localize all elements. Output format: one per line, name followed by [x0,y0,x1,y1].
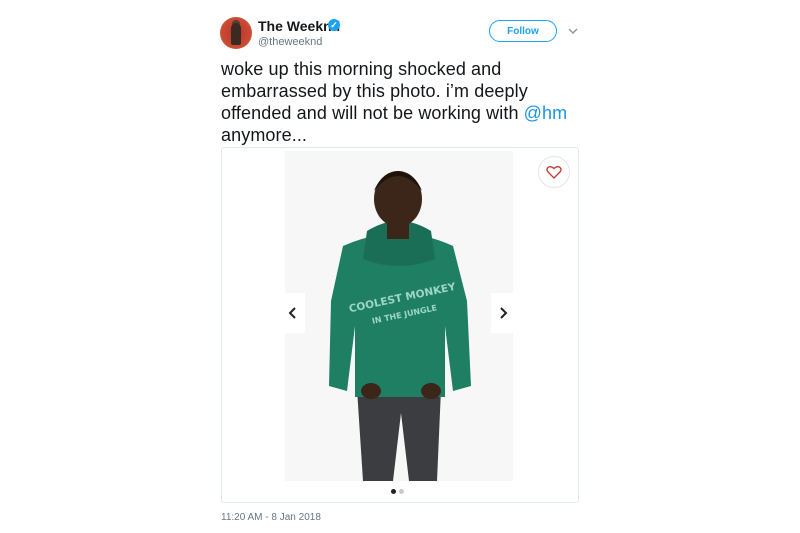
tweet-text-tail: anymore... [221,125,308,145]
carousel-dots [391,489,404,494]
tweet-card: The Weeknd ✓ @theweeknd Follow woke up t… [0,0,800,533]
chevron-right-icon[interactable] [491,293,515,333]
child-in-hoodie-image: COOLEST MONKEY IN THE JUNGLE [329,171,471,481]
heart-icon[interactable] [538,156,570,188]
media-carousel[interactable]: COOLEST MONKEY IN THE JUNGLE [221,147,579,503]
carousel-dot-active[interactable] [391,489,396,494]
tweet-text-body: woke up this morning shocked and embarra… [221,59,528,123]
mention-link[interactable]: @hm [524,103,568,123]
user-handle[interactable]: @theweeknd [258,36,322,48]
chevron-left-icon[interactable] [281,293,305,333]
chevron-down-icon[interactable] [567,25,579,37]
follow-button[interactable]: Follow [489,20,557,42]
avatar[interactable] [220,17,252,49]
tweet-text: woke up this morning shocked and embarra… [221,58,591,146]
carousel-dot[interactable] [399,489,404,494]
verified-badge-icon: ✓ [328,19,340,31]
tweet-timestamp[interactable]: 11:20 AM - 8 Jan 2018 [221,512,321,523]
product-photo[interactable]: COOLEST MONKEY IN THE JUNGLE [285,151,513,481]
avatar-figure [231,23,241,45]
